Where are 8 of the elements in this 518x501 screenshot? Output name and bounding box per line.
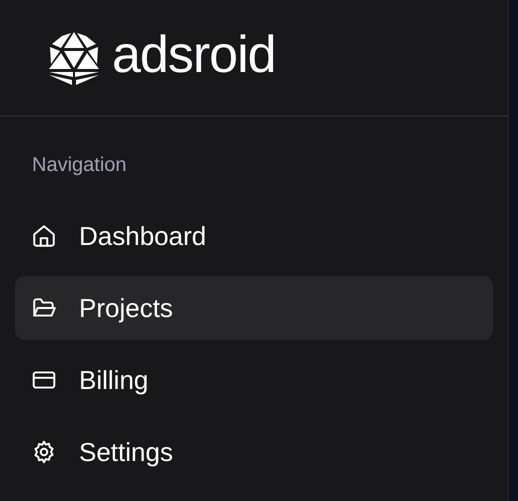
- section-heading: Navigation: [31, 153, 128, 177]
- nav-item[interactable]: Dashboard: [15, 204, 493, 268]
- brand-name: adsroid: [112, 28, 276, 80]
- nav-item[interactable]: Settings: [15, 420, 493, 484]
- house-icon: [31, 223, 57, 249]
- nav-item[interactable]: Projects: [15, 276, 493, 340]
- logo-icon: [48, 30, 100, 84]
- nav-item[interactable]: Billing: [15, 348, 493, 412]
